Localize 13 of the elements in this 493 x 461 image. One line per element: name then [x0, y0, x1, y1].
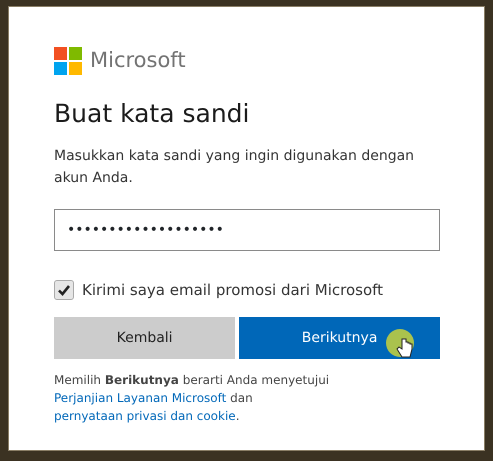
checkbox-label: Kirimi saya email promosi dari Microsoft	[82, 280, 384, 300]
terms-text: Memilih Berikutnya berarti Anda menyetujui Perjanjian Layanan Microsoft dan pernyataan privasi dan cookie.	[54, 372, 330, 425]
page-title: Buat kata sandi	[54, 98, 250, 128]
description-text: Masukkan kata sandi yang ingin digunakan dengan akun Anda.	[54, 146, 416, 188]
back-button[interactable]: Kembali	[54, 317, 236, 359]
password-field[interactable]: •••••••••••••••••••	[54, 208, 440, 250]
next-button[interactable]: Berikutnya	[239, 317, 440, 359]
microsoft-logo-icon	[54, 46, 82, 75]
checkbox[interactable]	[54, 280, 74, 300]
checkmark-icon	[57, 282, 71, 297]
terms-link[interactable]: Perjanjian Layanan Microsoft	[54, 391, 226, 405]
logo-text: Microsoft	[90, 47, 186, 74]
terms-link[interactable]: pernyataan privasi dan cookie	[54, 409, 236, 423]
